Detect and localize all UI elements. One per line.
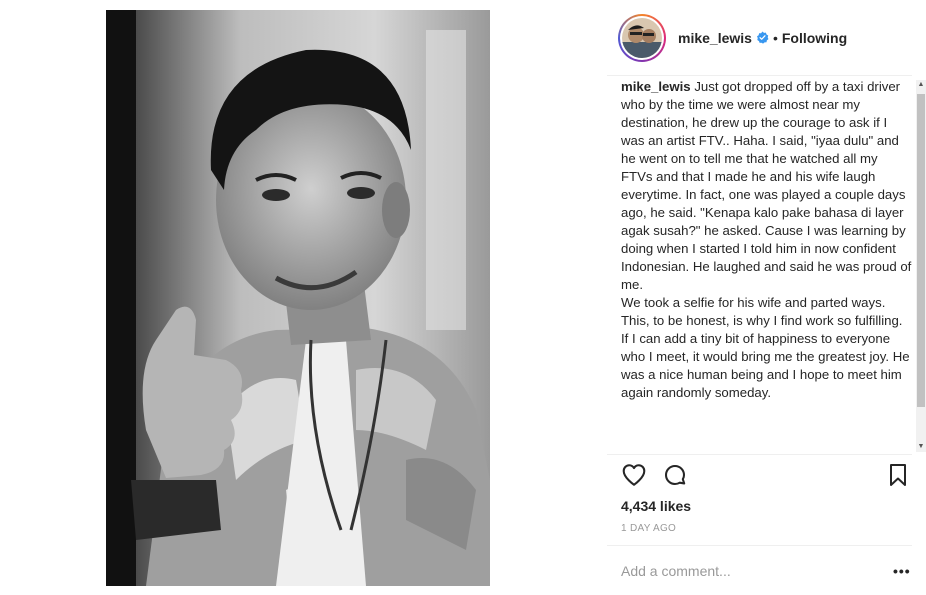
header-separator: •: [772, 29, 778, 46]
caption-username[interactable]: mike_lewis: [621, 79, 691, 94]
post-timestamp[interactable]: 1 DAY AGO: [621, 523, 676, 534]
verified-badge-icon: [756, 31, 769, 44]
post-photo[interactable]: [106, 10, 490, 586]
likes-count[interactable]: 4,434 likes: [621, 498, 691, 514]
avatar-border: [620, 15, 664, 60]
portrait-photo: [106, 10, 490, 586]
more-options-icon[interactable]: •••: [893, 560, 911, 582]
comment-divider: [607, 545, 912, 546]
post-header: mike_lewis • Following: [607, 0, 926, 75]
heart-icon[interactable]: [621, 462, 647, 493]
comment-bubble-icon[interactable]: [662, 462, 688, 493]
caption-text: Just got dropped off by a taxi driver wh…: [621, 79, 912, 400]
caption-scrollbar[interactable]: ▲ ▼: [916, 80, 926, 452]
avatar[interactable]: [618, 13, 666, 62]
avatar-photo-icon: [622, 17, 662, 58]
following-button[interactable]: Following: [782, 30, 847, 46]
comment-input[interactable]: [621, 560, 881, 582]
post-actions: [621, 462, 911, 492]
avatar-image: [622, 17, 662, 58]
scroll-down-arrow-icon[interactable]: ▼: [916, 442, 926, 452]
caption-area[interactable]: mike_lewis Just got dropped off by a tax…: [621, 78, 912, 453]
caption: mike_lewis Just got dropped off by a tax…: [621, 78, 912, 402]
actions-divider: [607, 454, 912, 455]
scroll-thumb[interactable]: [917, 94, 925, 407]
bookmark-icon[interactable]: [886, 462, 910, 493]
header-divider: [607, 75, 912, 76]
scroll-up-arrow-icon[interactable]: ▲: [916, 80, 926, 90]
header-username[interactable]: mike_lewis: [678, 30, 752, 46]
